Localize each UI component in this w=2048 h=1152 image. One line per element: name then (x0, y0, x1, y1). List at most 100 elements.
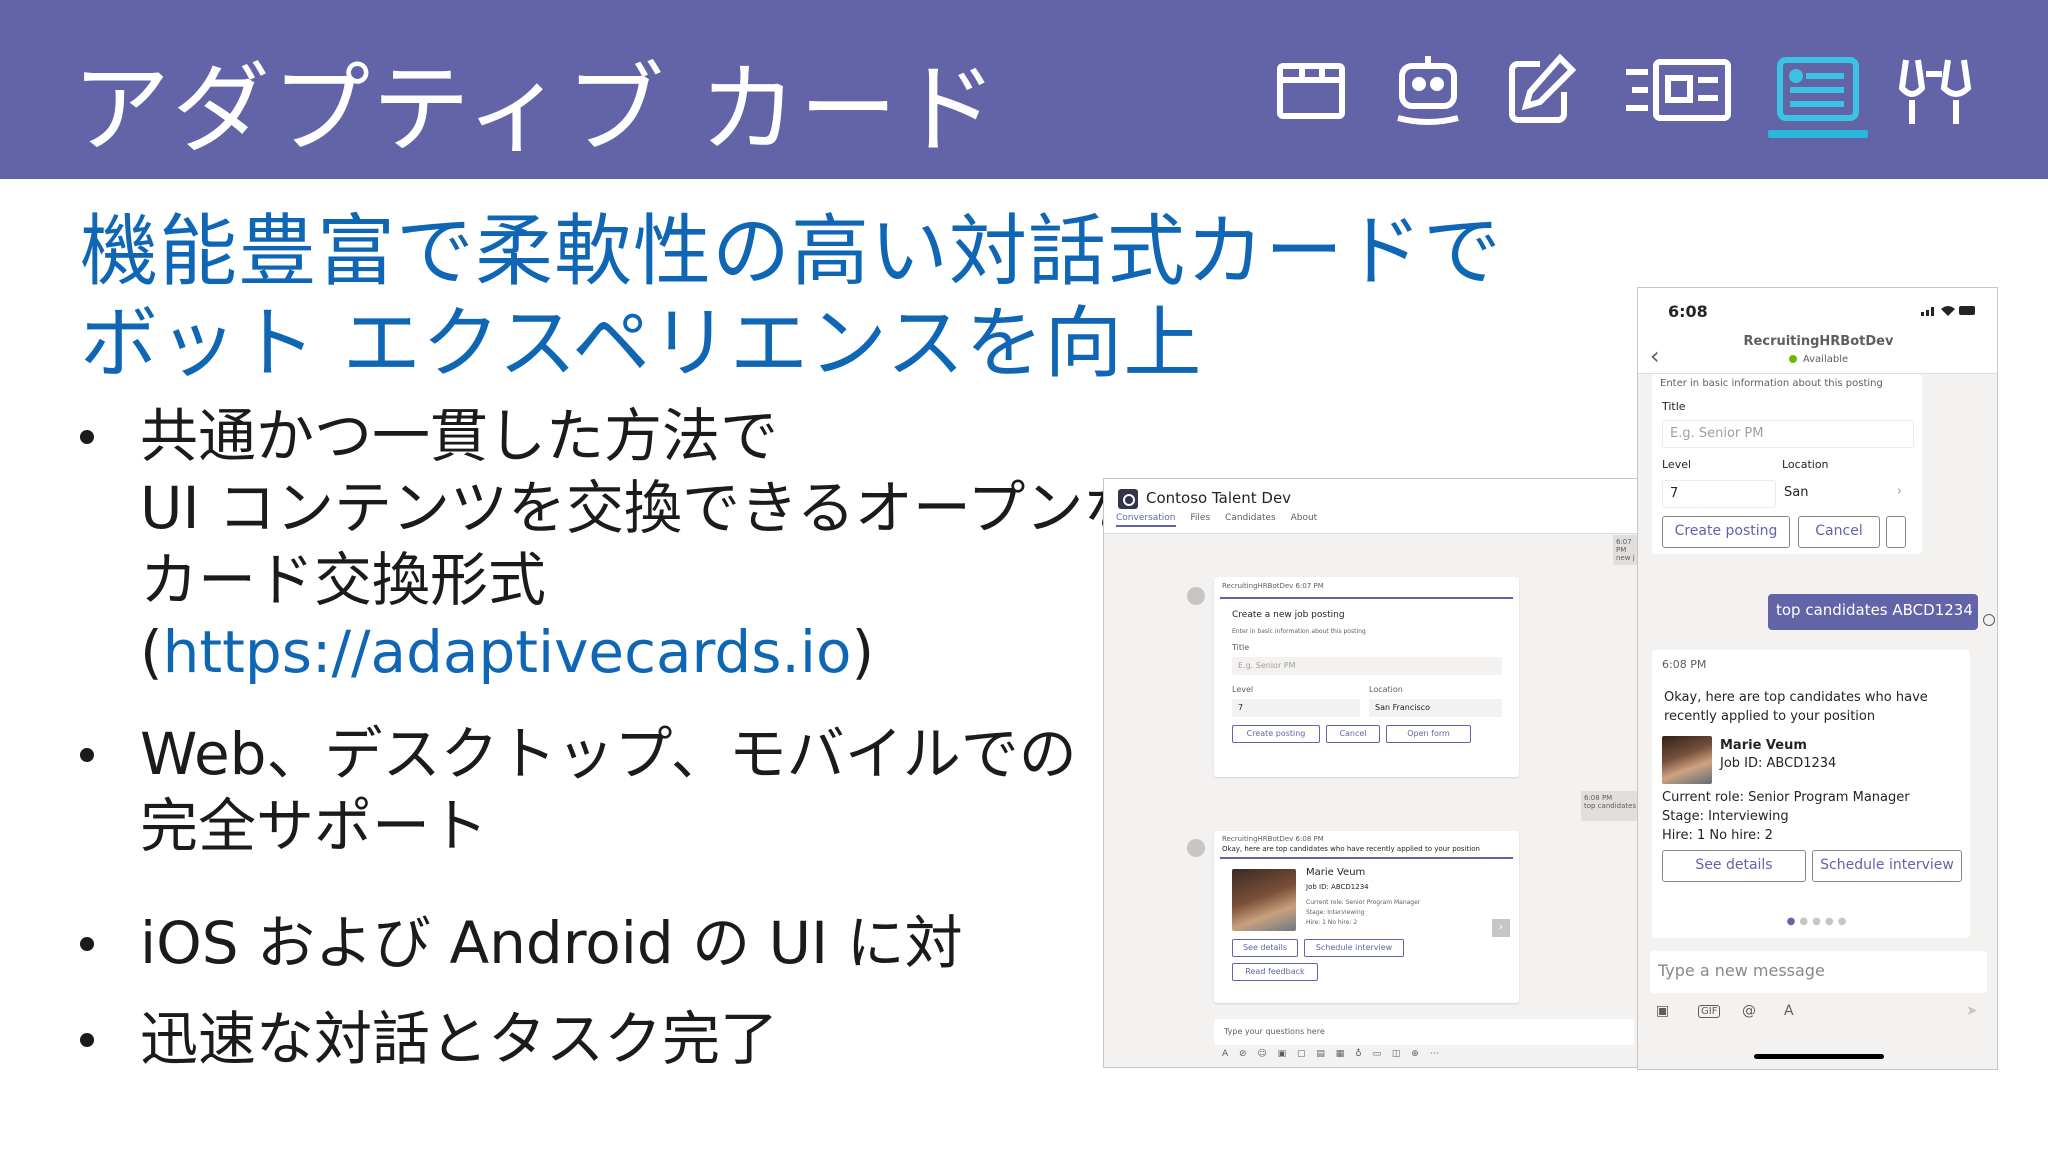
see-details-button[interactable]: See details (1232, 939, 1298, 957)
candidate-stage: Stage: Interviewing (1662, 809, 1789, 824)
paren-open: ( (140, 618, 163, 686)
tab-about[interactable]: About (1291, 513, 1318, 523)
format-icon[interactable]: A (1784, 1003, 1794, 1019)
bullet-3-line-1: iOS および Android の UI に対 (140, 909, 963, 977)
desktop-teams-window: Contoso Talent Dev Conversation Files Ca… (1103, 478, 1648, 1068)
desktop-job-posting-card: RecruitingHRBotDev 6:07 PM Create a new … (1214, 577, 1519, 777)
candidate-photo (1662, 736, 1712, 784)
mobile-header: 6:08 ‹ RecruitingHRBotDev Available (1638, 288, 1997, 374)
candidate-hire: Hire: 1 No hire: 2 (1662, 828, 1773, 843)
card-sender: RecruitingHRBotDev 6:08 PM (1222, 835, 1324, 843)
subtitle-line-1: 機能豊富で柔軟性の高い対話式カードで (80, 207, 1503, 297)
location-select[interactable]: San Francisco (1369, 699, 1502, 717)
open-form-button[interactable]: Open form (1386, 725, 1471, 743)
location-label: Location (1369, 685, 1403, 694)
see-details-button[interactable]: See details (1662, 850, 1806, 882)
status-bar-icons (1921, 306, 1975, 316)
title-input[interactable]: E.g. Senior PM (1232, 657, 1502, 675)
card-time: 6:08 PM (1662, 658, 1707, 671)
slide-title: アダプティブ カード (72, 53, 1000, 167)
location-label: Location (1782, 458, 1829, 471)
overflow-button-partial[interactable] (1886, 516, 1906, 548)
tab-conversation[interactable]: Conversation (1116, 513, 1176, 527)
carousel-page-indicator[interactable]: ●●●●● (1638, 916, 1997, 927)
status-time: 6:08 (1668, 302, 1708, 321)
card-hint: Enter in basic information about this po… (1232, 628, 1366, 635)
level-input[interactable]: 7 (1232, 699, 1360, 717)
bullet-2-line-1: Web、デスクトップ、モバイルでの (140, 720, 1077, 788)
candidate-hire: Hire: 1 No hire: 2 (1306, 919, 1358, 926)
bullet-1-line-2: UI コンテンツを交換できるオープンな (140, 474, 1142, 542)
tab-candidates[interactable]: Candidates (1225, 513, 1276, 523)
send-icon[interactable]: ➤ (1966, 1003, 1978, 1019)
app-logo-icon (1118, 489, 1138, 509)
bullet-dot (80, 430, 94, 444)
bot-icon (1388, 48, 1468, 128)
connector-icon (1896, 52, 1976, 132)
card-accent-line (1220, 857, 1513, 859)
gif-icon[interactable]: GIF (1698, 1005, 1721, 1018)
card-heading: Create a new job posting (1232, 610, 1345, 620)
bot-name: RecruitingHRBotDev (1743, 334, 1894, 349)
bullet-dot (80, 748, 94, 762)
desktop-tabs: Conversation Files Candidates About (1116, 513, 1329, 527)
desktop-candidate-card: RecruitingHRBotDev 6:08 PM Okay, here ar… (1214, 831, 1519, 1003)
mobile-teams-screen: 6:08 ‹ RecruitingHRBotDev Available Ente… (1637, 287, 1998, 1070)
candidate-stage: Stage: Interviewing (1306, 909, 1365, 916)
mobile-compose-toolbar: ▣ GIF @ A ➤ (1656, 1003, 1986, 1029)
title-input[interactable]: E.g. Senior PM (1662, 420, 1914, 448)
card-accent-line (1220, 597, 1513, 599)
card-sender: RecruitingHRBotDev 6:07 PM (1222, 582, 1324, 590)
schedule-interview-button[interactable]: Schedule interview (1304, 939, 1404, 957)
tab-files[interactable]: Files (1190, 513, 1210, 523)
level-input[interactable]: 7 (1662, 480, 1776, 508)
card-intro-line-1: Okay, here are top candidates who have (1664, 690, 1928, 705)
candidate-role: Current role: Senior Program Manager (1662, 790, 1910, 805)
slide-subtitle: 機能豊富で柔軟性の高い対話式カードで ボット エクスペリエンスを向上 (80, 206, 1502, 390)
bullet-1-line-3: カード交換形式 (140, 546, 547, 614)
bullet-dot (80, 1033, 94, 1047)
cancel-button[interactable]: Cancel (1326, 725, 1380, 743)
outgoing-message-2: 6:08 PM top candidates (1581, 791, 1643, 821)
desktop-compose-toolbar-icons[interactable]: A ⊘ ☺ ▣ ▢ ▤ ▦ ♁ ▭ ◫ ⊕ ⋯ (1222, 1049, 1443, 1059)
bot-avatar (1187, 839, 1205, 857)
candidate-photo (1232, 869, 1296, 931)
card-intro-line-2: recently applied to your position (1664, 709, 1876, 724)
image-icon[interactable]: ▣ (1656, 1003, 1669, 1019)
level-label: Level (1232, 685, 1254, 694)
desktop-app-header: Contoso Talent Dev Conversation Files Ca… (1104, 479, 1647, 534)
candidate-role: Current role: Senior Program Manager (1306, 899, 1421, 906)
title-label: Title (1662, 400, 1686, 413)
slide-header: アダプティブ カード (0, 0, 2048, 179)
edit-icon (1500, 50, 1580, 130)
carousel-next-icon[interactable]: › (1492, 919, 1510, 937)
cancel-button[interactable]: Cancel (1798, 516, 1880, 548)
bot-avatar (1187, 587, 1205, 605)
mention-icon[interactable]: @ (1742, 1003, 1756, 1019)
card-heading: Okay, here are top candidates who have r… (1222, 845, 1480, 853)
mobile-compose-box[interactable]: Type a new message (1650, 951, 1987, 993)
mobile-job-posting-card: Enter in basic information about this po… (1652, 374, 1922, 554)
read-feedback-button[interactable]: Read feedback (1232, 963, 1318, 981)
presence-dot-icon (1788, 355, 1797, 363)
candidate-name: Marie Veum (1306, 867, 1366, 878)
level-label: Level (1662, 458, 1692, 471)
adaptivecards-link[interactable]: https://adaptivecards.io (163, 618, 852, 686)
bullet-2-line-2: 完全サポート (140, 792, 489, 860)
bot-status: Available (1638, 354, 1997, 365)
location-select[interactable]: San › (1782, 480, 1912, 508)
paren-close: ) (851, 618, 875, 686)
tab-icon (1272, 52, 1352, 132)
adaptive-card-icon (1768, 50, 1868, 138)
home-indicator (1754, 1054, 1884, 1059)
message-extension-icon (1622, 50, 1734, 130)
bullet-4-line-1: 迅速な対話とタスク完了 (140, 1005, 779, 1073)
desktop-compose-box[interactable]: Type your questions here (1214, 1019, 1634, 1045)
active-tab-indicator (1768, 130, 1868, 138)
create-posting-button[interactable]: Create posting (1232, 725, 1320, 743)
mobile-candidate-card: 6:08 PM Okay, here are top candidates wh… (1652, 650, 1970, 938)
create-posting-button[interactable]: Create posting (1662, 516, 1790, 548)
candidate-job-id: Job ID: ABCD1234 (1306, 883, 1369, 891)
schedule-interview-button[interactable]: Schedule interview (1812, 850, 1962, 882)
user-message-bubble: top candidates ABCD1234 (1768, 594, 1978, 630)
